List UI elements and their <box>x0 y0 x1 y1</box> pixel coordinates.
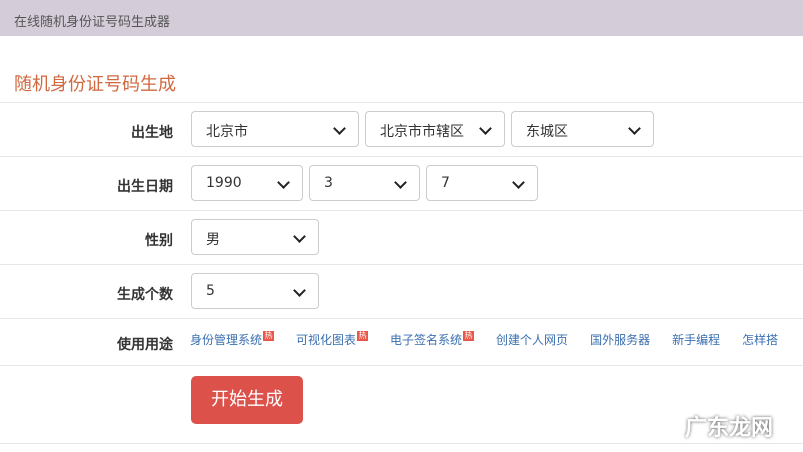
gender-row: 性别 男 <box>0 211 803 265</box>
usage-link[interactable]: 怎样搭 <box>742 333 778 347</box>
usage-label: 使用用途 <box>117 337 173 353</box>
top-bar: 在线随机身份证号码生成器 <box>0 0 803 36</box>
birthdate-label: 出生日期 <box>117 179 173 195</box>
site-title: 在线随机身份证号码生成器 <box>14 15 171 30</box>
chevron-down-icon <box>628 122 641 135</box>
day-value: 7 <box>441 175 450 191</box>
chevron-down-icon <box>333 122 346 135</box>
usage-link[interactable]: 可视化图表热 <box>296 331 369 347</box>
usage-link-text: 新手编程 <box>672 333 721 347</box>
usage-link-text: 电子签名系统 <box>390 333 463 347</box>
usage-link-text: 身份管理系统 <box>190 333 263 347</box>
usage-link[interactable]: 创建个人网页 <box>496 333 568 347</box>
divider <box>0 443 803 444</box>
province-select[interactable]: 北京市 <box>191 111 359 147</box>
year-value: 1990 <box>206 175 242 191</box>
usage-link-text: 创建个人网页 <box>496 333 569 347</box>
gender-value: 男 <box>206 232 220 248</box>
chevron-down-icon <box>512 176 525 189</box>
chevron-down-icon <box>394 176 407 189</box>
usage-link[interactable]: 国外服务器 <box>590 333 650 347</box>
month-value: 3 <box>324 175 333 191</box>
hot-badge: 热 <box>263 331 275 341</box>
chevron-down-icon <box>293 284 306 297</box>
usage-link-text: 怎样搭 <box>742 333 779 347</box>
year-select[interactable]: 1990 <box>191 165 303 201</box>
usage-link-text: 国外服务器 <box>590 333 651 347</box>
hot-badge: 热 <box>463 331 475 341</box>
count-select[interactable]: 5 <box>191 273 319 309</box>
usage-links: 身份管理系统热可视化图表热电子签名系统热创建个人网页 国外服务器 新手编程 怎样搭 <box>190 331 803 348</box>
gender-select[interactable]: 男 <box>191 219 319 255</box>
usage-link[interactable]: 身份管理系统热 <box>190 331 275 347</box>
city-value: 北京市市辖区 <box>380 124 464 140</box>
usage-link[interactable]: 电子签名系统热 <box>390 331 475 347</box>
day-select[interactable]: 7 <box>426 165 538 201</box>
gender-label: 性别 <box>145 233 173 249</box>
count-value: 5 <box>206 283 215 299</box>
count-label: 生成个数 <box>117 287 173 303</box>
city-select[interactable]: 北京市市辖区 <box>365 111 505 147</box>
count-row: 生成个数 5 <box>0 265 803 319</box>
chevron-down-icon <box>277 176 290 189</box>
chevron-down-icon <box>293 230 306 243</box>
birthplace-row: 出生地 北京市 北京市市辖区 东城区 <box>0 102 803 157</box>
province-value: 北京市 <box>206 124 248 140</box>
birthdate-row: 出生日期 1990 3 7 <box>0 157 803 211</box>
page-title: 随机身份证号码生成 <box>14 74 176 95</box>
chevron-down-icon <box>479 122 492 135</box>
district-value: 东城区 <box>526 124 568 140</box>
generate-button[interactable]: 开始生成 <box>191 376 303 424</box>
hot-badge: 热 <box>357 331 369 341</box>
district-select[interactable]: 东城区 <box>511 111 654 147</box>
usage-link[interactable]: 新手编程 <box>672 333 720 347</box>
month-select[interactable]: 3 <box>309 165 420 201</box>
usage-link-text: 可视化图表 <box>296 333 357 347</box>
birthplace-label: 出生地 <box>131 125 173 141</box>
watermark: 广东龙网 <box>684 416 773 441</box>
